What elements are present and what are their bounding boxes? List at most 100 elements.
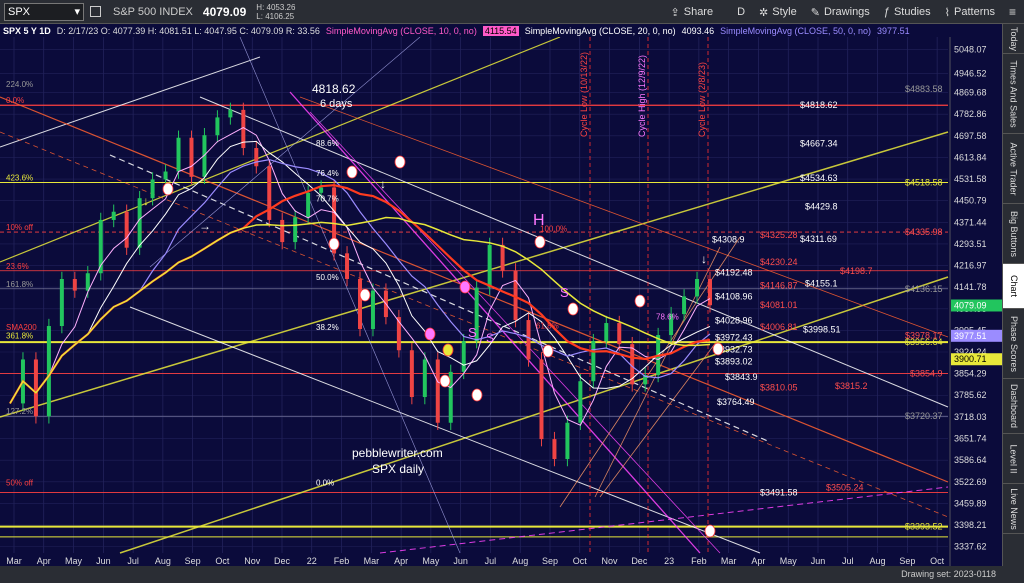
- x-tick-label: Nov: [244, 556, 261, 566]
- pattern-head-label: H: [533, 212, 545, 229]
- toolbar: SPX ▾ S&P 500 INDEX 4079.09 H: 4053.26 L…: [0, 0, 1024, 24]
- cycle-label: Cycle Low (10/13/22): [579, 52, 589, 137]
- y-tick-label: 3785.62: [954, 390, 987, 400]
- level-annotation: $4325.28: [760, 230, 798, 240]
- sidetab-label: Phase Scores: [1009, 315, 1019, 372]
- legend-sma10[interactable]: SimpleMovingAvg (CLOSE, 10, 0, no): [326, 26, 477, 36]
- drawings-button[interactable]: ✎ Drawings: [811, 6, 870, 19]
- level-annotation: $3815.2: [835, 381, 868, 391]
- fib-label: 50.0%: [316, 273, 339, 282]
- level-annotation: $4155.1: [805, 278, 838, 288]
- candle-body: [215, 117, 220, 136]
- candle-body: [306, 192, 311, 218]
- sidetab-dashboard[interactable]: Dashboard: [1003, 379, 1024, 434]
- level-annotation: $4818.62: [800, 100, 838, 110]
- x-tick-label: Apr: [751, 556, 765, 566]
- patterns-icon: ⌇: [944, 6, 951, 19]
- chart-app: SPX ▾ S&P 500 INDEX 4079.09 H: 4053.26 L…: [0, 0, 1024, 583]
- marker-dot: [471, 388, 483, 402]
- candle-body: [293, 217, 298, 243]
- sidetab-chart[interactable]: Chart: [1003, 264, 1024, 309]
- legend-sma50[interactable]: SimpleMovingAvg (CLOSE, 50, 0, no): [720, 26, 871, 36]
- x-tick-label: Mar: [6, 556, 22, 566]
- days-annotation: 6 days: [320, 98, 353, 110]
- sidetab-label: Active Trader: [1009, 141, 1019, 196]
- marker-dot: [534, 235, 546, 249]
- marker-dot: [442, 343, 454, 357]
- stat-low: L: 4106.25: [256, 11, 295, 21]
- level-annotation: $3810.05: [760, 383, 798, 393]
- share-button[interactable]: ⇪ Share: [671, 6, 714, 19]
- sidetab-today[interactable]: Today: [1003, 24, 1024, 54]
- x-tick-label: Feb: [691, 556, 707, 566]
- marker-dot: [328, 237, 340, 251]
- level-annotation: $4230.24: [760, 257, 798, 267]
- candle-body: [267, 166, 272, 220]
- candle-body: [591, 341, 596, 382]
- candle-body: [150, 179, 155, 199]
- fib-label: 161.8%: [6, 280, 33, 289]
- fib-label: 0.0%: [316, 479, 334, 488]
- sidetab-live-news[interactable]: Live News: [1003, 484, 1024, 534]
- x-tick-label: Oct: [215, 556, 230, 566]
- level-annotation: $4311.69: [800, 234, 837, 244]
- y-tick-label: 3398.21: [954, 520, 987, 530]
- x-tick-label: 22: [307, 556, 317, 566]
- watermark-site: pebblewriter.com: [352, 446, 443, 460]
- x-tick-label: Feb: [334, 556, 350, 566]
- y-tick-label: 4869.68: [954, 88, 987, 98]
- candle-body: [137, 198, 142, 248]
- candle-body: [72, 278, 77, 291]
- add-icon[interactable]: [90, 6, 101, 17]
- y-tick-label: 4216.97: [954, 261, 987, 271]
- legend-sma20[interactable]: SimpleMovingAvg (CLOSE, 20, 0, no): [525, 26, 676, 36]
- y-tick-label: 3337.62: [954, 542, 987, 552]
- candle-body: [228, 109, 233, 118]
- candle-body: [358, 278, 362, 330]
- pattern-shoulder-label: S: [560, 285, 569, 300]
- patterns-button[interactable]: ⌇ Patterns: [945, 6, 995, 19]
- symbol-selector[interactable]: SPX ▾: [4, 2, 84, 21]
- sidetab-times-and-sales[interactable]: Times And Sales: [1003, 54, 1024, 134]
- level-annotation: $4308.9: [712, 235, 745, 245]
- menu-icon[interactable]: ≡: [1009, 5, 1016, 19]
- y-tick-label: 4141.78: [954, 282, 987, 292]
- x-tick-label: Mar: [364, 556, 380, 566]
- fib-label: 127.2%: [6, 407, 33, 416]
- x-tick-label: Sep: [185, 556, 201, 566]
- sidetab-level-ii[interactable]: Level II: [1003, 434, 1024, 484]
- level-annotation: $4667.34: [800, 139, 838, 149]
- candle-body: [461, 341, 466, 372]
- x-tick-label: Sep: [542, 556, 558, 566]
- y-tick-label: 3651.74: [954, 434, 987, 444]
- share-icon: ⇪: [670, 6, 680, 19]
- fib-label: 78.6%: [656, 313, 679, 322]
- x-tick-label: Dec: [631, 556, 648, 566]
- level-annotation: $4136.15: [905, 284, 943, 294]
- x-tick-label: May: [422, 556, 440, 566]
- drawings-label: Drawings: [823, 6, 870, 18]
- level-annotation: $4883.58: [905, 84, 943, 94]
- x-tick-label: Apr: [394, 556, 408, 566]
- y-tick-label: 4946.52: [954, 69, 987, 79]
- sidetab-phase-scores[interactable]: Phase Scores: [1003, 309, 1024, 379]
- marker-dot: [459, 280, 471, 294]
- candle-body: [33, 359, 38, 417]
- level-annotation: $4429.8: [805, 201, 838, 211]
- level-annotation: $3972.43: [715, 332, 753, 342]
- interval-selector[interactable]: D: [737, 6, 745, 18]
- candle-body: [617, 323, 622, 345]
- sidetab-big-buttons[interactable]: Big Buttons: [1003, 204, 1024, 264]
- price-tag-label: 3900.71: [954, 354, 987, 364]
- level-annotation: $4146.87: [760, 281, 798, 291]
- style-button[interactable]: ✲ Style: [759, 6, 797, 19]
- price-chart[interactable]: Mar Apr May Jun Jul Aug Sep Oct Nov Dec 22 Feb Mar Ap…: [0, 37, 1002, 566]
- candle-body: [59, 278, 64, 327]
- candle-body: [565, 422, 570, 460]
- studies-button[interactable]: ƒ Studies: [884, 6, 931, 18]
- sidetab-active-trader[interactable]: Active Trader: [1003, 134, 1024, 204]
- candle-body: [682, 296, 687, 315]
- marker-dot: [542, 344, 554, 358]
- arrow-icon: →: [199, 219, 211, 233]
- price-tag-label: 4079.09: [954, 300, 987, 310]
